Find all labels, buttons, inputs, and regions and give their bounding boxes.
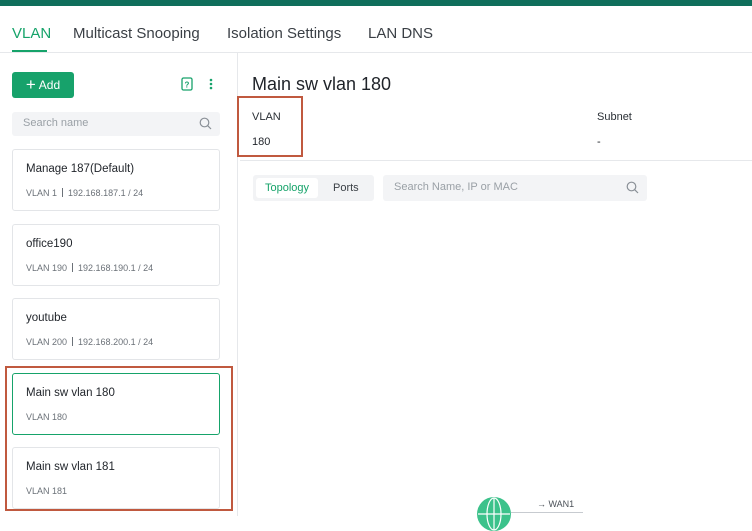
- vlan-card-name: office190: [26, 238, 73, 250]
- wan-link-line: [511, 512, 583, 513]
- help-doc-icon[interactable]: ?: [181, 77, 193, 96]
- tab-topology[interactable]: Topology: [256, 178, 319, 198]
- highlight-box-cards: [5, 366, 233, 511]
- wan-label: → WAN1: [537, 499, 575, 509]
- plus-icon: +: [25, 74, 36, 94]
- vlan-card-meta: VLAN 190 192.168.190.1 / 24: [26, 263, 153, 273]
- section-divider: [240, 160, 752, 161]
- vlan-card-meta: VLAN 200 192.168.200.1 / 24: [26, 337, 153, 347]
- search-icon: [199, 117, 212, 135]
- internet-globe-icon[interactable]: [477, 497, 511, 531]
- vlan-card-id: VLAN 1: [26, 188, 58, 198]
- more-options-icon[interactable]: [208, 77, 214, 96]
- meta-divider: [62, 188, 64, 197]
- svg-text:?: ?: [185, 81, 190, 90]
- vlan-card-subnet: 192.168.200.1 / 24: [78, 337, 154, 347]
- search-placeholder: Search name: [23, 117, 89, 129]
- vlan-search-input[interactable]: Search name: [12, 112, 220, 136]
- vlan-card-id: VLAN 190: [26, 263, 68, 273]
- vlan-card-name: youtube: [26, 312, 67, 324]
- add-vlan-button[interactable]: + Add: [12, 72, 74, 98]
- vlan-card-subnet: 192.168.190.1 / 24: [78, 263, 154, 273]
- add-button-label: Add: [38, 78, 61, 92]
- subnet-field-value: -: [597, 136, 601, 148]
- subnet-field-label: Subnet: [597, 111, 632, 123]
- device-search-input[interactable]: Search Name, IP or MAC: [383, 175, 647, 201]
- vlan-card[interactable]: office190 VLAN 190 192.168.190.1 / 24: [12, 224, 220, 286]
- tab-bar: VLAN Multicast Snooping Isolation Settin…: [0, 6, 752, 53]
- vlan-card-id: VLAN 200: [26, 337, 68, 347]
- tab-ports[interactable]: Ports: [324, 178, 368, 198]
- meta-divider: [72, 263, 74, 272]
- vlan-card[interactable]: Manage 187(Default) VLAN 1 192.168.187.1 …: [12, 149, 220, 211]
- search-placeholder: Search Name, IP or MAC: [394, 181, 518, 193]
- view-switcher: Topology Ports: [253, 175, 374, 201]
- tab-lan-dns[interactable]: LAN DNS: [368, 25, 433, 42]
- tab-vlan[interactable]: VLAN: [12, 25, 51, 42]
- vlan-card-subnet: 192.168.187.1 / 24: [68, 188, 144, 198]
- search-icon: [626, 181, 639, 199]
- active-tab-indicator: [12, 50, 47, 52]
- highlight-box-vlan: [237, 96, 303, 157]
- tab-multicast-snooping[interactable]: Multicast Snooping: [73, 25, 200, 42]
- tab-isolation-settings[interactable]: Isolation Settings: [227, 25, 341, 42]
- vlan-card-meta: VLAN 1 192.168.187.1 / 24: [26, 188, 143, 198]
- meta-divider: [72, 337, 74, 346]
- vlan-card[interactable]: youtube VLAN 200 192.168.200.1 / 24: [12, 298, 220, 360]
- vlan-card-name: Manage 187(Default): [26, 163, 135, 175]
- page-title: Main sw vlan 180: [252, 74, 392, 94]
